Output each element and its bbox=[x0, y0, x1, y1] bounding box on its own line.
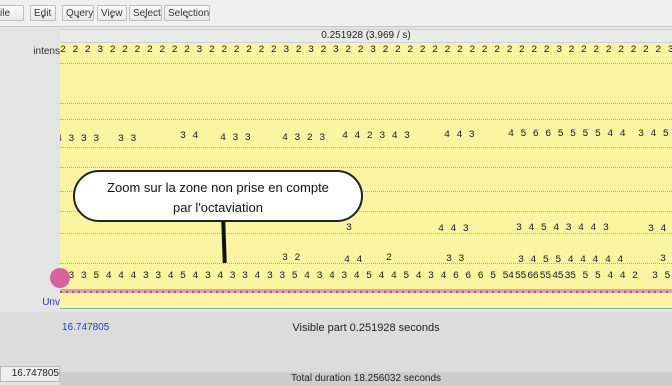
grid-line bbox=[60, 167, 672, 168]
menu-edit[interactable]: Edit ▾ bbox=[30, 5, 56, 21]
digit-row-3b: 4 4 3 bbox=[438, 224, 470, 235]
annotation-callout: Zoom sur la zone non prise en compte par… bbox=[73, 170, 363, 222]
digit-row-5: 5 3 3 5 4 4 4 3 3 4 5 4 3 4 3 3 4 3 3 5 … bbox=[60, 271, 571, 282]
digit-row-2a: 4 3 3 3 bbox=[60, 134, 100, 145]
menu-query[interactable]: Query ▾ bbox=[62, 5, 94, 21]
visible-part-label: Visible part 0.251928 seconds bbox=[292, 322, 440, 334]
digit-row-2i: 3 4 5 bbox=[638, 129, 670, 140]
grid-line bbox=[60, 103, 672, 104]
tier-label-intens[interactable]: intens bbox=[0, 46, 60, 57]
digit-row-4a: 3 2 bbox=[282, 253, 301, 264]
menu-select[interactable]: Select ▾ bbox=[129, 5, 162, 21]
selection-time-header[interactable]: 0.251928 (3.969 / s) bbox=[60, 29, 672, 43]
digit-row-2f: 4 4 2 3 4 3 bbox=[342, 131, 411, 142]
chevron-down-icon: ▾ bbox=[110, 15, 114, 21]
callout-line-2: par l'octaviation bbox=[173, 200, 263, 215]
digit-row-2c: 3 4 bbox=[180, 131, 199, 142]
bottom-time-area: 16.747805 Visible part 0.251928 seconds … bbox=[0, 312, 672, 382]
chevron-down-icon: ▾ bbox=[41, 15, 45, 21]
digit-row-4c: 2 bbox=[386, 253, 393, 264]
chevron-down-icon: ▾ bbox=[185, 15, 189, 21]
callout-line-1: Zoom sur la zone non prise en compte bbox=[107, 180, 329, 195]
menu-file[interactable]: ile bbox=[0, 5, 24, 21]
digit-row-3a: 3 bbox=[346, 223, 353, 234]
chevron-down-icon: ▾ bbox=[143, 15, 148, 21]
tier-label-unv[interactable]: Unv bbox=[0, 297, 60, 308]
grid-line bbox=[60, 63, 672, 64]
pitch-marker-dot bbox=[50, 268, 70, 288]
window-start-time[interactable]: 16.747805 bbox=[0, 366, 60, 382]
unvoiced-tier-row[interactable] bbox=[60, 293, 672, 309]
digit-row-2d: 4 3 3 bbox=[220, 133, 252, 144]
digit-row-2g: 4 4 3 bbox=[444, 130, 476, 141]
digit-row-4f: 3 bbox=[660, 254, 667, 265]
digit-row-4e: 3 4 5 5 4 4 4 4 4 bbox=[518, 255, 624, 266]
digit-row-4b: 4 4 bbox=[344, 255, 363, 266]
menu-view[interactable]: View ▾ bbox=[97, 5, 127, 21]
digit-row-4d: 3 3 bbox=[446, 254, 465, 265]
digit-row-5c: 3 5 6 bbox=[652, 271, 672, 282]
digit-row-2e: 4 3 2 3 bbox=[282, 133, 326, 144]
digit-row-3c: 3 4 5 4 3 4 4 3 bbox=[516, 223, 610, 234]
pitch-tier-panel[interactable]: 2 2 2 3 2 2 2 2 2 2 2 3 2 2 2 2 2 2 3 2 … bbox=[60, 43, 672, 293]
digit-row-1: 2 2 2 3 2 2 2 2 2 2 2 3 2 2 2 2 2 2 3 2 … bbox=[60, 45, 672, 56]
digit-row-5b: 4 5 6 5 5 5 5 5 4 4 2 bbox=[508, 271, 639, 282]
digit-row-2b: 3 3 bbox=[118, 134, 137, 145]
chevron-down-icon: ▾ bbox=[76, 15, 80, 21]
grid-line bbox=[60, 147, 672, 148]
grid-line bbox=[60, 119, 672, 120]
digit-row-3d: 3 4 bbox=[648, 224, 667, 235]
total-duration-bar[interactable]: Total duration 18.256032 seconds bbox=[60, 372, 672, 385]
menu-selection[interactable]: Selection ▾ bbox=[164, 5, 210, 21]
digit-row-2h: 4 5 6 6 5 5 5 5 4 4 bbox=[508, 129, 626, 140]
menu-bar: ile Edit ▾ Query ▾ View ▾ Select ▾ Selection… bbox=[0, 0, 672, 27]
